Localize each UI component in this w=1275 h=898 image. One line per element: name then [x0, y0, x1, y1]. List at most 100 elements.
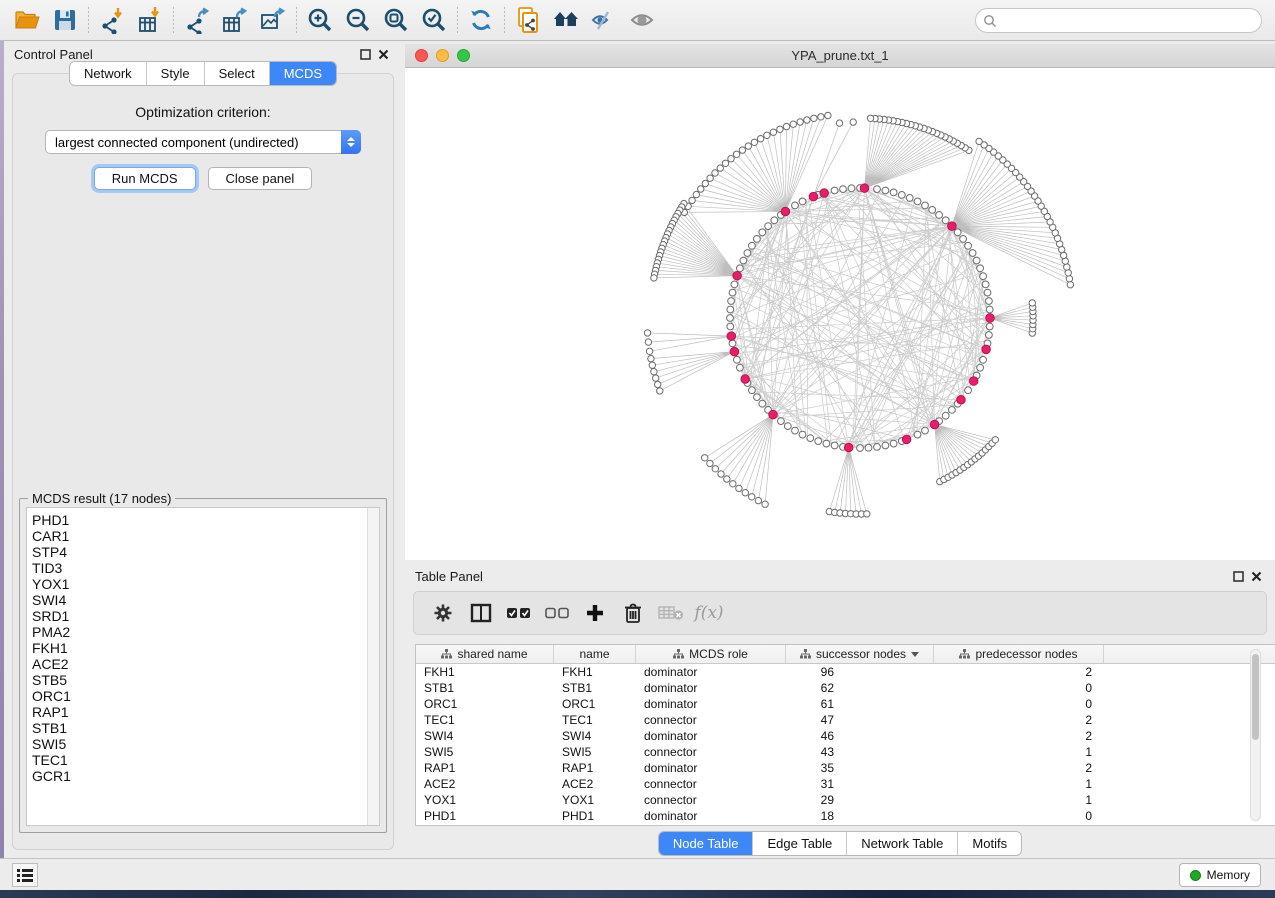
- table-cell[interactable]: 2: [934, 665, 1104, 679]
- result-node-item[interactable]: TID3: [32, 560, 367, 576]
- graph-node[interactable]: [825, 112, 831, 118]
- table-row[interactable]: SWI5SWI5connector431: [416, 744, 1275, 760]
- table-cell[interactable]: ORC1: [554, 697, 636, 711]
- table-cell[interactable]: connector: [636, 745, 786, 759]
- result-node-item[interactable]: RAP1: [32, 704, 367, 720]
- mcds-hub-node[interactable]: [769, 410, 778, 419]
- graph-node[interactable]: [799, 431, 806, 438]
- table-cell[interactable]: dominator: [636, 697, 786, 711]
- table-cell[interactable]: RAP1: [554, 761, 636, 775]
- tab-motifs[interactable]: Motifs: [957, 832, 1021, 855]
- graph-node[interactable]: [736, 485, 742, 491]
- graph-node[interactable]: [737, 364, 744, 371]
- float-panel-icon[interactable]: [356, 46, 374, 62]
- graph-node[interactable]: [754, 394, 761, 401]
- tab-node-table[interactable]: Node Table: [659, 832, 753, 855]
- memory-button[interactable]: Memory: [1179, 863, 1261, 887]
- table-cell[interactable]: dominator: [636, 681, 786, 695]
- graph-node[interactable]: [980, 356, 987, 363]
- import-table-icon[interactable]: [131, 3, 169, 37]
- table-cell[interactable]: 1: [934, 777, 1104, 791]
- table-cell[interactable]: SWI5: [416, 745, 554, 759]
- graph-node[interactable]: [742, 490, 748, 496]
- table-cell[interactable]: 2: [934, 729, 1104, 743]
- mcds-hub-node[interactable]: [930, 420, 939, 429]
- graph-node[interactable]: [755, 497, 761, 503]
- result-node-item[interactable]: ACE2: [32, 656, 367, 672]
- graph-node[interactable]: [764, 132, 770, 138]
- graph-node[interactable]: [727, 323, 734, 330]
- table-cell[interactable]: 61: [786, 697, 934, 711]
- graph-node[interactable]: [857, 445, 864, 452]
- mcds-hub-node[interactable]: [820, 189, 829, 198]
- graph-node[interactable]: [712, 466, 718, 472]
- zoom-out-icon[interactable]: [339, 3, 377, 37]
- graph-node[interactable]: [977, 364, 984, 371]
- graph-node[interactable]: [754, 236, 761, 243]
- graph-node[interactable]: [890, 440, 897, 447]
- tab-style[interactable]: Style: [146, 62, 204, 85]
- graph-node[interactable]: [815, 438, 822, 445]
- graph-node[interactable]: [850, 119, 856, 125]
- graph-node[interactable]: [731, 281, 738, 288]
- run-mcds-button[interactable]: Run MCDS: [94, 167, 196, 190]
- result-node-item[interactable]: SWI4: [32, 592, 367, 608]
- table-cell[interactable]: connector: [636, 713, 786, 727]
- result-node-item[interactable]: PMA2: [32, 624, 367, 640]
- table-row[interactable]: RAP1RAP1dominator352: [416, 760, 1275, 776]
- task-history-button[interactable]: [12, 863, 38, 887]
- graph-node[interactable]: [728, 298, 735, 305]
- result-node-item[interactable]: GCR1: [32, 768, 367, 784]
- graph-node[interactable]: [792, 202, 799, 209]
- graph-node[interactable]: [657, 388, 663, 394]
- graph-node[interactable]: [751, 139, 757, 145]
- table-cell[interactable]: TEC1: [554, 713, 636, 727]
- mcds-hub-node[interactable]: [948, 222, 957, 231]
- result-node-item[interactable]: FKH1: [32, 640, 367, 656]
- table-cell[interactable]: 46: [786, 729, 934, 743]
- table-cell[interactable]: dominator: [636, 809, 786, 823]
- graph-node[interactable]: [986, 306, 993, 313]
- graph-node[interactable]: [965, 242, 972, 249]
- table-cell[interactable]: SWI4: [554, 729, 636, 743]
- graph-node[interactable]: [792, 427, 799, 434]
- table-cell[interactable]: 31: [786, 777, 934, 791]
- table-row[interactable]: YOX1YOX1connector291: [416, 792, 1275, 808]
- mcds-hub-node[interactable]: [986, 314, 995, 323]
- graph-node[interactable]: [906, 195, 913, 202]
- table-cell[interactable]: 2: [934, 761, 1104, 775]
- graph-node[interactable]: [702, 180, 708, 186]
- tab-edge-table[interactable]: Edge Table: [752, 832, 846, 855]
- graph-node[interactable]: [651, 275, 657, 281]
- table-cell[interactable]: connector: [636, 793, 786, 807]
- graph-node[interactable]: [831, 442, 838, 449]
- result-node-item[interactable]: SRD1: [32, 608, 367, 624]
- graph-node[interactable]: [980, 273, 987, 280]
- search-input[interactable]: [975, 8, 1262, 33]
- table-cell[interactable]: dominator: [636, 761, 786, 775]
- network-window-titlebar[interactable]: YPA_prune.txt_1: [405, 44, 1275, 68]
- graph-node[interactable]: [984, 289, 991, 296]
- graph-node[interactable]: [954, 229, 961, 236]
- table-scrollbar[interactable]: [1250, 649, 1261, 821]
- graph-node[interactable]: [744, 250, 751, 257]
- table-row[interactable]: FKH1FKH1dominator962: [416, 664, 1275, 680]
- mcds-hub-node[interactable]: [860, 184, 869, 193]
- graph-node[interactable]: [1067, 282, 1073, 288]
- mcds-hub-node[interactable]: [809, 192, 818, 201]
- close-panel-icon[interactable]: [1247, 568, 1265, 584]
- graph-node[interactable]: [1029, 300, 1035, 306]
- graph-node[interactable]: [689, 197, 695, 203]
- mcds-hub-node[interactable]: [781, 207, 790, 216]
- graph-node[interactable]: [718, 471, 724, 477]
- table-cell[interactable]: 0: [934, 681, 1104, 695]
- table-cell[interactable]: 2: [934, 713, 1104, 727]
- table-cell[interactable]: FKH1: [416, 665, 554, 679]
- table-row[interactable]: ACE2ACE2connector311: [416, 776, 1275, 792]
- graph-node[interactable]: [645, 339, 651, 345]
- mcds-hub-node[interactable]: [902, 435, 911, 444]
- graph-node[interactable]: [728, 156, 734, 162]
- export-image-icon[interactable]: [254, 3, 292, 37]
- criterion-dropdown[interactable]: largest connected component (undirected): [45, 130, 361, 154]
- graph-node[interactable]: [740, 257, 747, 264]
